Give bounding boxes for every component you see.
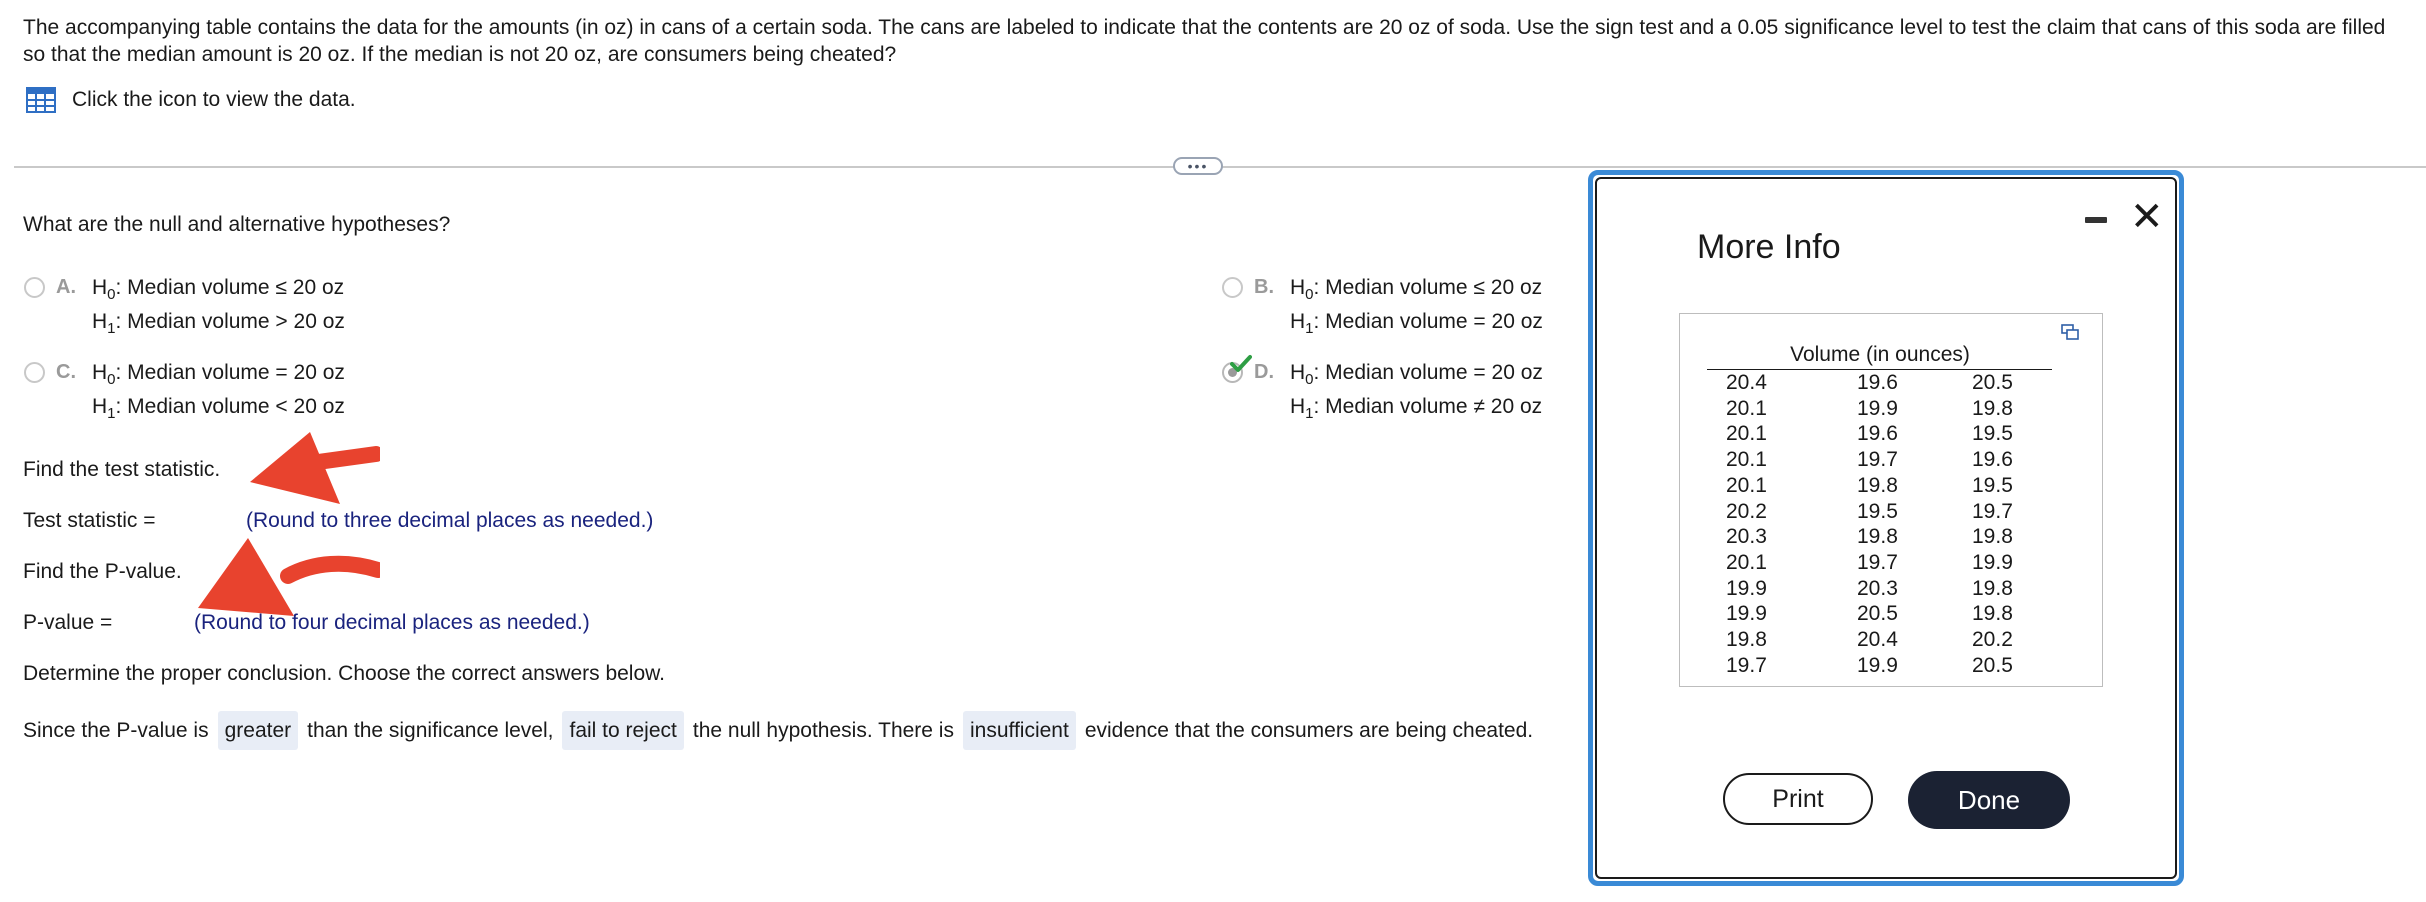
table-cell: 19.6 — [1857, 422, 1898, 446]
question-text: The accompanying table contains the data… — [23, 16, 2386, 66]
volume-table: 20.4 19.6 20.5 20.1 19.9 19.8 20.1 19.6 19.5 20.1… — [1718, 370, 2026, 678]
option-c-letter: C. — [56, 361, 76, 383]
option-c-h1: H1: Median volume < 20 oz — [92, 395, 345, 422]
conclusion-text-3: the null hypothesis. There is — [692, 719, 954, 742]
table-cell: 20.5 — [1972, 653, 2013, 677]
table-cell: 19.7 — [1857, 550, 1898, 574]
table-cell: 19.7 — [1857, 448, 1898, 472]
correct-check-icon — [1230, 355, 1252, 372]
annotation-arrow-icon — [198, 538, 380, 616]
table-cell: 20.1 — [1726, 448, 1767, 472]
option-a-h1: H1: Median volume > 20 oz — [92, 310, 345, 337]
table-cell: 19.8 — [1857, 525, 1898, 549]
p-value-input[interactable] — [110, 607, 192, 637]
test-stat-hint: (Round to three decimal places as needed… — [246, 509, 654, 532]
option-a-letter: A. — [56, 276, 76, 298]
table-cell: 20.4 — [1726, 371, 1767, 394]
table-cell: 20.3 — [1726, 525, 1767, 549]
table-cell: 20.1 — [1726, 422, 1767, 446]
option-b-h0: H0: Median volume ≤ 20 oz — [1290, 276, 1543, 303]
table-cell: 20.4 — [1857, 628, 1898, 652]
view-data-link[interactable]: Click the icon to view the data. — [26, 86, 356, 113]
option-b-radio[interactable] — [1222, 277, 1243, 298]
pvalue-comparison-dropdown[interactable]: greater — [217, 711, 299, 750]
table-cell: 20.3 — [1857, 576, 1898, 600]
table-cell: 20.1 — [1726, 473, 1767, 497]
option-a-radio[interactable] — [24, 277, 45, 298]
minimize-icon[interactable] — [2085, 217, 2107, 223]
option-b-h1: H1: Median volume = 20 oz — [1290, 310, 1543, 337]
table-cell: 19.5 — [1972, 422, 2013, 446]
table-cell: 20.5 — [1972, 371, 2013, 394]
table-cell: 19.9 — [1726, 576, 1767, 600]
data-table-box: Volume (in ounces) 20.4 19.6 20.5 20.1 19.9 1… — [1679, 313, 2103, 687]
table-cell: 19.8 — [1972, 576, 2013, 600]
table-cell: 20.2 — [1726, 499, 1767, 523]
annotation-arrow-icon — [250, 432, 380, 504]
dialog-title: More Info — [1697, 228, 1841, 266]
table-cell: 19.5 — [1857, 499, 1898, 523]
table-cell: 19.8 — [1972, 396, 2013, 420]
table-cell: 19.8 — [1972, 525, 2013, 549]
table-cell: 20.1 — [1726, 550, 1767, 574]
table-cell: 19.7 — [1972, 499, 2013, 523]
option-b-letter: B. — [1254, 276, 1274, 298]
table-title: Volume (in ounces) — [1790, 343, 1970, 366]
done-button[interactable]: Done — [1908, 771, 2070, 829]
option-a-h0: H0: Median volume ≤ 20 oz — [92, 276, 345, 303]
table-cell: 19.9 — [1726, 602, 1767, 626]
conclusion-text-4: evidence that the consumers are being ch… — [1084, 719, 1534, 742]
view-data-label[interactable]: Click the icon to view the data. — [72, 86, 356, 113]
table-cell: 20.5 — [1857, 602, 1898, 626]
option-d-letter: D. — [1254, 361, 1274, 383]
hypotheses-prompt: What are the null and alternative hypoth… — [23, 213, 451, 236]
print-button[interactable]: Print — [1723, 773, 1873, 825]
conclusion-sentence: Since the P-value is greater than the si… — [23, 711, 1533, 750]
option-c-radio[interactable] — [24, 362, 45, 383]
option-d-h0: H0: Median volume = 20 oz — [1290, 361, 1543, 388]
decision-dropdown[interactable]: fail to reject — [562, 711, 684, 750]
dialog-frame: More Info ✕ Volume (in ounces) 20.4 19.6 2… — [1595, 177, 2177, 879]
test-stat-label: Test statistic = — [23, 509, 156, 532]
test-stat-input[interactable] — [160, 505, 246, 535]
table-cell: 19.8 — [1972, 602, 2013, 626]
option-d-h1: H1: Median volume ≠ 20 oz — [1290, 395, 1543, 422]
copy-icon[interactable] — [2061, 324, 2079, 340]
test-stat-prompt: Find the test statistic. — [23, 458, 221, 481]
table-cell: 19.7 — [1726, 653, 1767, 677]
more-info-dialog: More Info ✕ Volume (in ounces) 20.4 19.6 2… — [1588, 170, 2184, 886]
table-cell: 19.9 — [1972, 550, 2013, 574]
table-cell: 19.9 — [1857, 653, 1898, 677]
table-cell: 20.2 — [1972, 628, 2013, 652]
table-cell: 19.8 — [1857, 473, 1898, 497]
table-icon[interactable] — [26, 86, 56, 113]
expand-handle[interactable]: ••• — [1173, 157, 1223, 175]
table-cell: 19.5 — [1972, 473, 2013, 497]
table-cell: 20.1 — [1726, 396, 1767, 420]
p-value-prompt: Find the P-value. — [23, 560, 182, 583]
option-c-h0: H0: Median volume = 20 oz — [92, 361, 345, 388]
p-value-label: P-value = — [23, 611, 113, 634]
conclusion-text-2: than the significance level, — [307, 719, 554, 742]
table-cell: 19.8 — [1726, 628, 1767, 652]
evidence-dropdown[interactable]: insufficient — [962, 711, 1076, 750]
conclusion-prompt: Determine the proper conclusion. Choose … — [23, 662, 665, 685]
table-cell: 19.6 — [1857, 371, 1898, 394]
conclusion-text-1: Since the P-value is — [23, 719, 209, 742]
table-cell: 19.9 — [1857, 396, 1898, 420]
close-icon[interactable]: ✕ — [2130, 197, 2164, 237]
table-cell: 19.6 — [1972, 448, 2013, 472]
